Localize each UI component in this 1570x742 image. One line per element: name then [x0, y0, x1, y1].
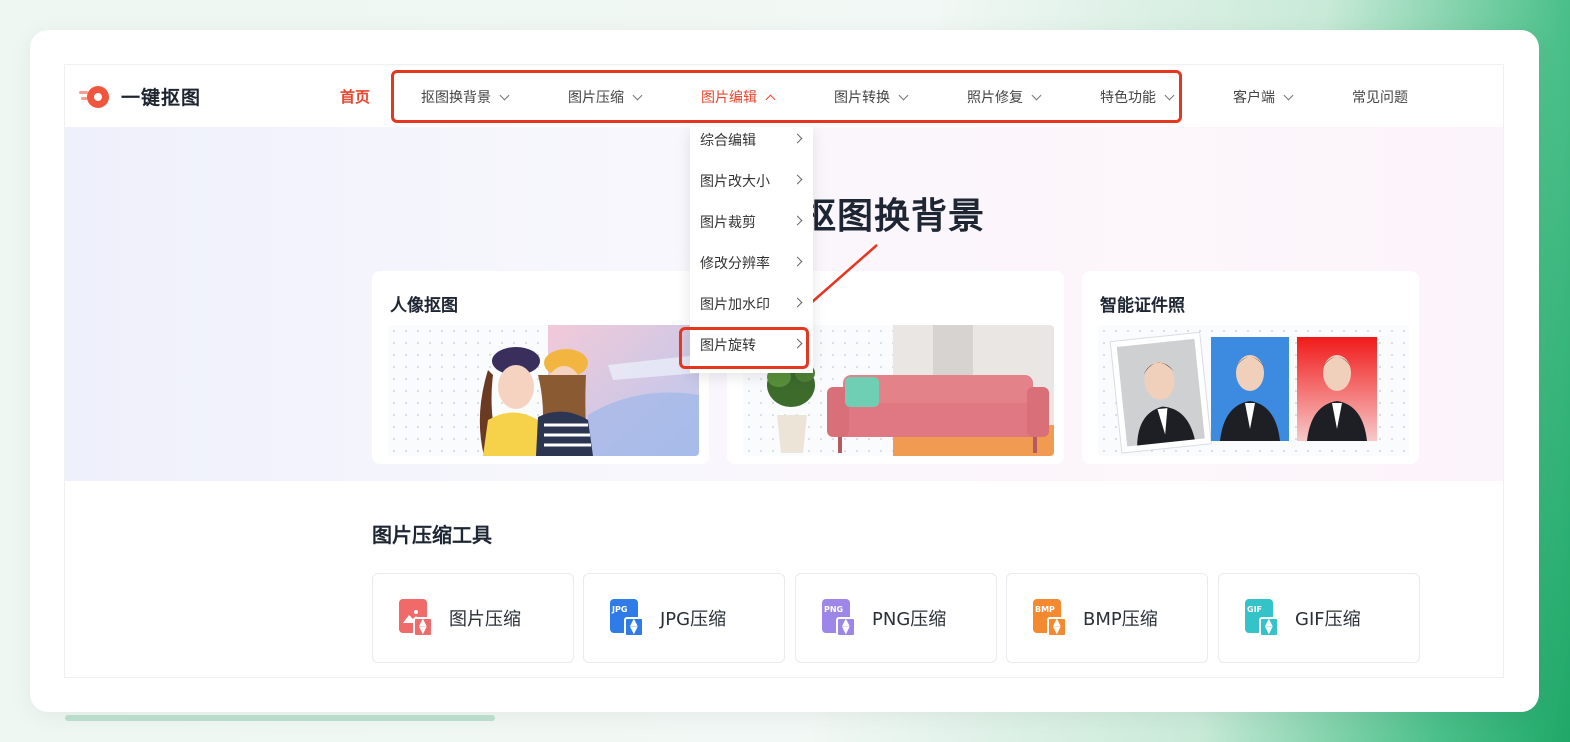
chevron-right-icon	[792, 133, 803, 144]
tool-bmp-compress[interactable]: BMP ▲ ▼ BMP压缩	[1006, 573, 1208, 663]
menu-item-resolution[interactable]: 修改分辨率	[690, 242, 813, 283]
feature-card-title: 人像抠图	[390, 296, 458, 316]
brand-name: 一键抠图	[121, 87, 202, 109]
nav-faq[interactable]: 常见问题	[1352, 87, 1408, 107]
nav-client[interactable]: 客户端	[1233, 87, 1294, 107]
section-title-compress: 图片压缩工具	[372, 523, 492, 547]
feature-card-id-photo[interactable]: 智能证件照	[1082, 271, 1419, 464]
chevron-right-icon	[792, 215, 803, 226]
tool-gif-compress[interactable]: GIF ▲ ▼ GIF压缩	[1218, 573, 1420, 663]
menu-item-resize[interactable]: 图片改大小	[690, 160, 813, 201]
tool-label: PNG压缩	[872, 609, 947, 630]
tool-label: GIF压缩	[1295, 609, 1361, 630]
chevron-down-icon	[1283, 90, 1294, 100]
rotate-highlight-box	[679, 327, 809, 369]
chevron-right-icon	[792, 297, 803, 308]
brand-logo[interactable]: 一键抠图	[79, 83, 201, 110]
nav-home[interactable]: 首页	[340, 86, 370, 107]
tool-image-compress[interactable]: ▲ ▼ 图片压缩	[372, 573, 574, 663]
id-photo-preview-image	[1098, 325, 1409, 456]
nav-highlight-box	[391, 70, 1182, 123]
screenshot-card: 一键抠图 首页 抠图换背景 图片压缩 图片编辑 图片转换 照片修复 特色功能 客…	[30, 30, 1539, 712]
top-nav-bar: 一键抠图 首页 抠图换背景 图片压缩 图片编辑 图片转换 照片修复 特色功能 客…	[65, 65, 1503, 127]
portrait-preview-image	[388, 325, 699, 456]
image-compress-icon: ▲ ▼	[399, 599, 433, 637]
chevron-right-icon	[792, 256, 803, 267]
logo-icon	[79, 84, 109, 110]
tool-jpg-compress[interactable]: JPG ▲ ▼ JPG压缩	[583, 573, 785, 663]
menu-item-watermark[interactable]: 图片加水印	[690, 283, 813, 324]
tool-label: 图片压缩	[449, 609, 521, 630]
png-file-icon: PNG ▲ ▼	[822, 599, 856, 637]
menu-item-comprehensive-edit[interactable]: 综合编辑	[690, 119, 813, 160]
tool-png-compress[interactable]: PNG ▲ ▼ PNG压缩	[795, 573, 997, 663]
feature-card-title: 智能证件照	[1100, 296, 1185, 316]
menu-item-crop[interactable]: 图片裁剪	[690, 201, 813, 242]
tool-label: JPG压缩	[660, 609, 727, 630]
horizontal-scrollbar[interactable]	[65, 715, 495, 721]
gif-file-icon: GIF ▲ ▼	[1245, 599, 1279, 637]
hero-title: 抠图换背景	[800, 196, 986, 237]
chevron-right-icon	[792, 174, 803, 185]
jpg-file-icon: JPG ▲ ▼	[610, 599, 644, 637]
bmp-file-icon: BMP ▲ ▼	[1033, 599, 1067, 637]
web-page: 一键抠图 首页 抠图换背景 图片压缩 图片编辑 图片转换 照片修复 特色功能 客…	[64, 64, 1504, 678]
feature-card-portrait[interactable]: 人像抠图	[372, 271, 709, 464]
tool-label: BMP压缩	[1083, 609, 1158, 630]
